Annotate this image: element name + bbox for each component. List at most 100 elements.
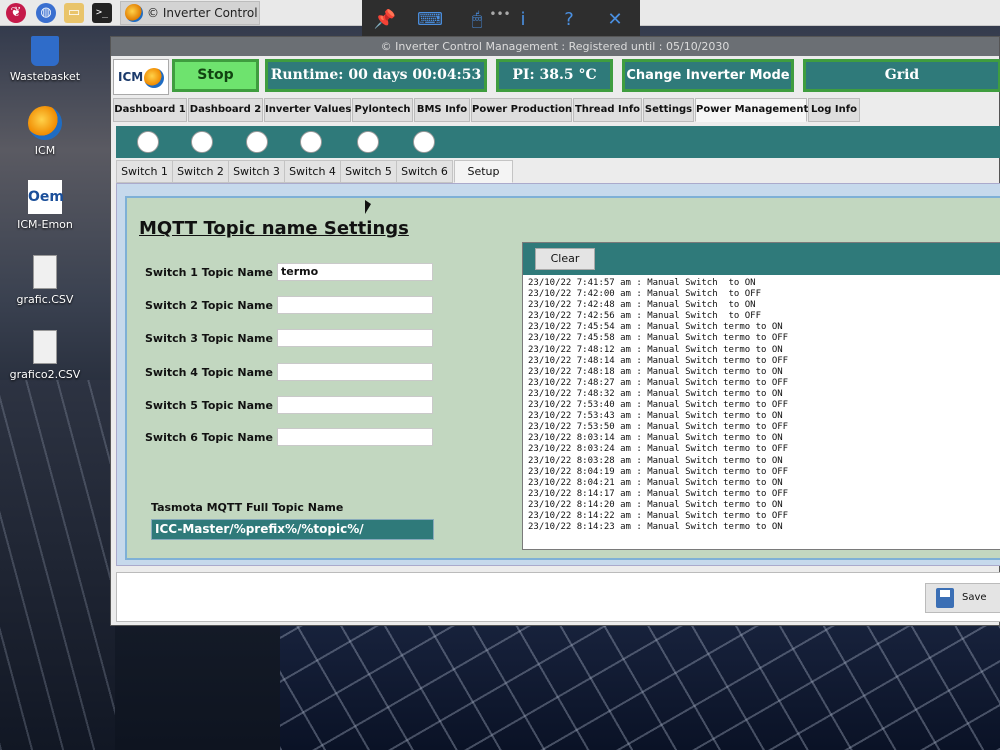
log-line: 23/10/22 7:42:48 am : Manual Switch to O… [528,300,756,311]
desktop-item-grafico2-csv[interactable]: grafico2.CSV [0,330,90,381]
grid-mode-indicator: Grid [803,59,1000,92]
desktop-item-wastebasket[interactable]: Wastebasket [0,36,90,83]
switch-3-topic-label: Switch 3 Topic Name [145,332,273,345]
tab-bms-info[interactable]: BMS Info [414,98,470,122]
switch-3-indicator [246,131,268,153]
terminal-icon[interactable]: >_ [92,3,112,23]
switch-5-indicator [357,131,379,153]
log-line: 23/10/22 7:48:14 am : Manual Switch term… [528,355,789,366]
tab-power-management[interactable]: Power Management [695,98,808,122]
tab-log-info[interactable]: Log Info [808,98,860,122]
clear-log-button[interactable]: Clear [535,248,595,270]
switch-5-topic-input[interactable] [277,396,433,414]
mqtt-settings-panel: MQTT Topic name Settings Switch 1 Topic … [125,196,1000,560]
save-label: Save [962,592,987,603]
switch-4-topic-input[interactable] [277,363,433,381]
log-line: 23/10/22 8:04:19 am : Manual Switch term… [528,466,789,477]
switch-status-strip [116,126,1000,158]
tab-settings[interactable]: Settings [643,98,694,122]
switch-1-indicator [137,131,159,153]
app-logo: ICM [113,59,169,95]
switch-4-topic-label: Switch 4 Topic Name [145,366,273,379]
icm-globe-icon [28,106,62,140]
switch-3-topic-input[interactable] [277,329,433,347]
page-title: MQTT Topic name Settings [139,218,409,239]
logo-globe-icon [144,68,164,88]
app-window: © Inverter Control Management : Register… [110,36,1000,626]
globe-icon[interactable]: ◍ [36,3,56,23]
tab-switch-6[interactable]: Switch 6 [396,160,453,183]
change-inverter-mode-button[interactable]: Change Inverter Mode [622,59,794,92]
log-line: 23/10/22 7:53:40 am : Manual Switch term… [528,400,789,411]
desktop-item-grafic-csv[interactable]: grafic.CSV [0,255,90,306]
taskbar-task-icm[interactable]: © Inverter Control M… [120,1,260,25]
switch-tabbar: Switch 1 Switch 2 Switch 3 Switch 4 Swit… [116,160,1000,183]
file-icon [33,255,57,289]
tab-setup[interactable]: Setup [454,160,513,183]
log-line: 23/10/22 8:03:28 am : Manual Switch term… [528,455,783,466]
log-header: Clear [523,243,1000,275]
log-line: 23/10/22 7:45:58 am : Manual Switch term… [528,333,789,344]
switch-4-indicator [300,131,322,153]
desktop-item-label: grafic.CSV [16,293,74,306]
close-icon[interactable]: ✕ [602,6,628,34]
log-line: 23/10/22 8:14:22 am : Manual Switch term… [528,510,789,521]
desktop-item-label: Wastebasket [9,70,81,83]
log-line: 23/10/22 8:03:14 am : Manual Switch term… [528,433,783,444]
tasmota-topic-field[interactable]: ICC-Master/%prefix%/%topic%/ [151,519,434,540]
switch-2-topic-input[interactable] [277,296,433,314]
switch-1-topic-input[interactable]: termo [277,263,433,281]
tab-switch-4[interactable]: Switch 4 [284,160,341,183]
log-line: 23/10/22 8:14:20 am : Manual Switch term… [528,499,783,510]
tab-thread-info[interactable]: Thread Info [573,98,642,122]
taskbar-task-label: © Inverter Control M… [147,6,259,20]
folder-icon[interactable]: ▭ [64,3,84,23]
tab-power-production[interactable]: Power Production [471,98,572,122]
desktop-item-label: ICM-Emon [17,218,73,231]
log-line: 23/10/22 8:14:17 am : Manual Switch term… [528,488,789,499]
tab-switch-5[interactable]: Switch 5 [340,160,397,183]
setup-content: MQTT Topic name Settings Switch 1 Topic … [116,183,1000,566]
tasmota-topic-label: Tasmota MQTT Full Topic Name [151,501,344,514]
oem-icon: Oem [28,180,64,214]
tab-pylontech[interactable]: Pylontech [352,98,413,122]
switch-2-indicator [191,131,213,153]
log-line: 23/10/22 7:45:54 am : Manual Switch term… [528,322,783,333]
status-bar: ICM Stop Runtime: 00 days 00:04:53 PI: 3… [111,56,1000,98]
tab-switch-3[interactable]: Switch 3 [228,160,285,183]
wastebasket-icon [31,36,59,66]
tab-switch-1[interactable]: Switch 1 [116,160,173,183]
log-line: 23/10/22 7:48:27 am : Manual Switch term… [528,377,789,388]
desktop-item-label: grafico2.CSV [9,368,81,381]
keyboard-icon[interactable]: ⌨ [417,6,443,34]
switch-6-indicator [413,131,435,153]
tab-inverter-values[interactable]: Inverter Values [264,98,351,122]
switch-5-topic-label: Switch 5 Topic Name [145,399,273,412]
logo-text: ICM [118,70,144,84]
log-line: 23/10/22 7:48:18 am : Manual Switch term… [528,366,783,377]
tab-switch-2[interactable]: Switch 2 [172,160,229,183]
switch-6-topic-input[interactable] [277,428,433,446]
mouse-cursor-icon [365,200,371,214]
log-line: 23/10/22 7:53:50 am : Manual Switch term… [528,422,789,433]
desktop-item-icm-emon[interactable]: Oem ICM-Emon [0,180,90,231]
switch-6-topic-label: Switch 6 Topic Name [145,431,273,444]
desktop-wallpaper-left [0,380,115,750]
info-icon[interactable]: i [510,6,536,34]
file-icon [33,330,57,364]
log-lines: 23/10/22 7:41:57 am : Manual Switch to O… [523,275,1000,533]
help-icon[interactable]: ? [556,6,582,34]
save-icon [936,588,954,608]
desktop-item-label: ICM [34,144,56,157]
pin-icon[interactable]: 📌 [372,6,398,34]
save-button[interactable]: Save [925,583,1000,613]
main-tabbar: Dashboard 1 Dashboard 2 Inverter Values … [111,98,1000,122]
switch-2-topic-label: Switch 2 Topic Name [145,299,273,312]
raspberry-icon[interactable]: ❦ [6,3,26,23]
stop-button[interactable]: Stop [172,59,259,92]
desktop-item-icm[interactable]: ICM [0,106,90,157]
window-title[interactable]: © Inverter Control Management : Register… [111,37,999,56]
switch-log[interactable]: Clear 23/10/22 7:41:57 am : Manual Switc… [522,242,1000,550]
tab-dashboard-2[interactable]: Dashboard 2 [188,98,263,122]
tab-dashboard-1[interactable]: Dashboard 1 [113,98,187,122]
